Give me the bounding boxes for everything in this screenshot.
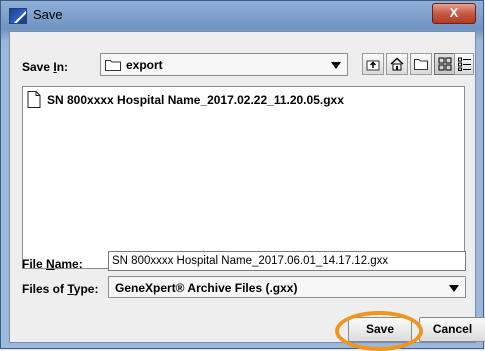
cancel-button[interactable]: Cancel bbox=[419, 317, 485, 342]
up-folder-icon bbox=[366, 60, 380, 71]
save-in-value: export bbox=[126, 58, 163, 72]
save-in-dropdown[interactable]: export bbox=[100, 53, 348, 76]
dialog-content: Save In: export SN 800xxxx Hospital Name… bbox=[9, 31, 485, 351]
close-button[interactable]: X bbox=[432, 3, 476, 24]
files-of-type-label: Files of Type: bbox=[22, 282, 99, 296]
details-view-icon bbox=[458, 57, 471, 71]
title-bar[interactable]: Save X bbox=[1, 1, 483, 31]
list-view-button[interactable] bbox=[434, 53, 456, 75]
up-folder-button[interactable] bbox=[362, 53, 384, 75]
file-name-input[interactable] bbox=[108, 251, 466, 271]
folder-icon bbox=[105, 60, 121, 71]
chevron-down-icon bbox=[449, 285, 459, 292]
document-icon bbox=[27, 91, 41, 108]
new-folder-button[interactable] bbox=[410, 53, 432, 75]
file-list[interactable]: SN 800xxxx Hospital Name_2017.02.22_11.2… bbox=[22, 86, 465, 269]
file-name-label: File Name: bbox=[22, 257, 83, 271]
save-button[interactable]: Save bbox=[348, 317, 412, 342]
details-view-button[interactable] bbox=[454, 53, 474, 75]
list-view-icon bbox=[438, 57, 452, 71]
java-app-icon bbox=[9, 8, 27, 24]
files-of-type-value: GeneXpert® Archive Files (.gxx) bbox=[115, 281, 298, 295]
window-title: Save bbox=[33, 7, 63, 22]
files-of-type-dropdown[interactable]: GeneXpert® Archive Files (.gxx) bbox=[108, 276, 466, 298]
save-in-label: Save In: bbox=[22, 60, 69, 74]
home-button[interactable] bbox=[386, 53, 408, 75]
save-dialog: Save X Save In: export SN 800xxxx Hospit… bbox=[0, 0, 485, 351]
new-folder-icon bbox=[414, 59, 428, 70]
file-name-text: SN 800xxxx Hospital Name_2017.02.22_11.2… bbox=[47, 93, 344, 107]
home-icon bbox=[390, 57, 404, 71]
chevron-down-icon bbox=[331, 62, 341, 69]
